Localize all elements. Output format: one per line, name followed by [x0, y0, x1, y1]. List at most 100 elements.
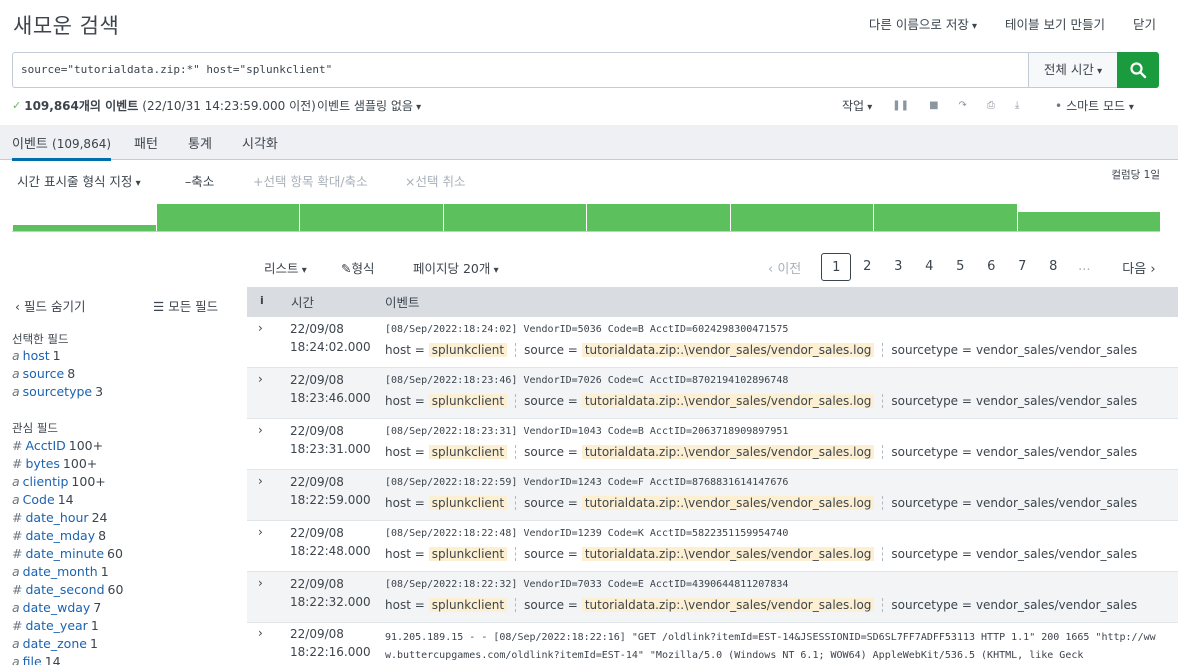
export-icon[interactable]: ⤓ — [1015, 100, 1019, 111]
field-item[interactable]: a host 1 — [12, 348, 61, 363]
field-name: date_hour — [25, 510, 89, 525]
expand-chevron-icon[interactable]: › — [258, 372, 263, 386]
timeline-format-dropdown[interactable]: 시간 표시줄 형식 지정 — [17, 171, 141, 190]
tab-events[interactable]: 이벤트 (109,864) — [12, 133, 112, 161]
expand-chevron-icon[interactable]: › — [258, 525, 263, 539]
search-input[interactable]: source="tutorialdata.zip:*" host="splunk… — [12, 52, 1029, 88]
source-value[interactable]: tutorialdata.zip:.\vendor_sales/vendor_s… — [581, 547, 875, 561]
table-row[interactable]: › 22/09/08 18:22:59.000 [08/Sep/2022:18:22:… — [247, 470, 1178, 521]
field-item[interactable]: # bytes 100+ — [12, 456, 97, 471]
field-item[interactable]: a date_month 1 — [12, 564, 109, 579]
sourcetype-value[interactable]: vendor_sales/vendor_sales — [976, 394, 1137, 408]
time-column-header[interactable]: 시간 — [291, 292, 314, 311]
page-7[interactable]: 7 — [1007, 253, 1037, 281]
zoom-out-button[interactable]: –축소 — [185, 171, 214, 190]
source-value[interactable]: tutorialdata.zip:.\vendor_sales/vendor_s… — [581, 343, 875, 357]
table-row[interactable]: › 22/09/08 18:22:16.000 91.205.189.15 - … — [247, 622, 1178, 665]
host-value[interactable]: splunkclient — [428, 343, 508, 357]
sourcetype-value[interactable]: vendor_sales/vendor_sales — [976, 547, 1137, 561]
field-item[interactable]: # AcctID 100+ — [12, 438, 103, 453]
job-menu[interactable]: 작업 — [842, 97, 872, 114]
source-value[interactable]: tutorialdata.zip:.\vendor_sales/vendor_s… — [581, 394, 875, 408]
print-icon[interactable]: ⎙ — [987, 100, 995, 111]
search-button[interactable] — [1117, 52, 1159, 88]
table-row[interactable]: › 22/09/08 18:24:02.000 [08/Sep/2022:18:24:… — [247, 317, 1178, 368]
timeline-bar[interactable] — [442, 203, 586, 231]
search-mode-dropdown[interactable]: • 스마트 모드 — [1055, 97, 1134, 114]
host-value[interactable]: splunkclient — [428, 598, 508, 612]
source-value[interactable]: tutorialdata.zip:.\vendor_sales/vendor_s… — [581, 445, 875, 459]
expand-chevron-icon[interactable]: › — [258, 576, 263, 590]
deselect-button[interactable]: ×선택 취소 — [405, 171, 465, 190]
tab-patterns[interactable]: 패턴 — [134, 133, 158, 152]
field-item[interactable]: # date_second 60 — [12, 582, 123, 597]
sourcetype-value[interactable]: vendor_sales/vendor_sales — [976, 343, 1137, 357]
tab-statistics[interactable]: 통계 — [188, 133, 212, 152]
timeline-bar[interactable] — [873, 203, 1017, 231]
list-view-dropdown[interactable]: 리스트 — [264, 258, 307, 277]
field-item[interactable]: a sourcetype 3 — [12, 384, 103, 399]
field-item[interactable]: a date_wday 7 — [12, 600, 101, 615]
share-icon[interactable]: ↷ — [959, 100, 967, 111]
page-5[interactable]: 5 — [945, 253, 975, 281]
sourcetype-value[interactable]: vendor_sales/vendor_sales — [976, 496, 1137, 510]
page-8[interactable]: 8 — [1038, 253, 1068, 281]
table-row[interactable]: › 22/09/08 18:22:48.000 [08/Sep/2022:18:22:… — [247, 521, 1178, 572]
table-row[interactable]: › 22/09/08 18:23:31.000 [08/Sep/2022:18:23:… — [247, 419, 1178, 470]
expand-chevron-icon[interactable]: › — [258, 423, 263, 437]
field-item[interactable]: a source 8 — [12, 366, 75, 381]
event-count: 109,864개의 이벤트 — [24, 99, 139, 113]
sampling-dropdown[interactable]: 이벤트 샘플링 없음 — [317, 97, 421, 114]
timeline-bar[interactable] — [729, 203, 873, 231]
table-row[interactable]: › 22/09/08 18:22:32.000 [08/Sep/2022:18:22:… — [247, 572, 1178, 623]
per-page-dropdown[interactable]: 페이지당 20개 — [413, 258, 499, 277]
host-value[interactable]: splunkclient — [428, 394, 508, 408]
field-item[interactable]: # date_hour 24 — [12, 510, 107, 525]
timeline-bar[interactable] — [155, 203, 299, 231]
expand-chevron-icon[interactable]: › — [258, 321, 263, 335]
field-item[interactable]: a date_zone 1 — [12, 636, 98, 651]
sourcetype-value[interactable]: vendor_sales/vendor_sales — [976, 445, 1137, 459]
host-value[interactable]: splunkclient — [428, 445, 508, 459]
stop-icon[interactable]: ■ — [929, 100, 938, 111]
timeline-bar[interactable] — [299, 203, 443, 231]
expand-chevron-icon[interactable]: › — [258, 626, 263, 640]
field-name: date_zone — [22, 636, 87, 651]
tab-visualization[interactable]: 시각화 — [242, 133, 278, 152]
timeline-bar[interactable] — [12, 224, 156, 231]
table-row[interactable]: › 22/09/08 18:23:46.000 [08/Sep/2022:18:23:… — [247, 368, 1178, 419]
page-4[interactable]: 4 — [914, 253, 944, 281]
create-table-view-button[interactable]: 테이블 보기 만들기 — [1005, 14, 1105, 33]
host-value[interactable]: splunkclient — [428, 547, 508, 561]
page-2[interactable]: 2 — [852, 253, 882, 281]
all-fields-button[interactable]: ☰ 모든 필드 — [153, 296, 218, 315]
prev-page-button[interactable]: ‹ 이전 — [768, 258, 801, 277]
pause-icon[interactable]: ❚❚ — [892, 100, 909, 111]
next-page-button[interactable]: 다음 › — [1122, 258, 1155, 277]
close-button[interactable]: 닫기 — [1133, 14, 1156, 33]
source-value[interactable]: tutorialdata.zip:.\vendor_sales/vendor_s… — [581, 496, 875, 510]
host-value[interactable]: splunkclient — [428, 496, 508, 510]
field-item[interactable]: a file 14 — [12, 654, 61, 665]
timeline-bar[interactable] — [1016, 211, 1160, 231]
field-item[interactable]: # date_minute 60 — [12, 546, 123, 561]
page-1[interactable]: 1 — [821, 253, 852, 281]
sourcetype-key: sourcetype = — [891, 445, 972, 459]
field-item[interactable]: a Code 14 — [12, 492, 74, 507]
source-value[interactable]: tutorialdata.zip:.\vendor_sales/vendor_s… — [581, 598, 875, 612]
expand-chevron-icon[interactable]: › — [258, 474, 263, 488]
field-item[interactable]: # date_mday 8 — [12, 528, 106, 543]
timeline-bar[interactable] — [586, 203, 730, 231]
zoom-selection-button[interactable]: +선택 항목 확대/축소 — [253, 171, 368, 190]
time-range-picker[interactable]: 전체 시간 — [1028, 52, 1118, 88]
sourcetype-value[interactable]: vendor_sales/vendor_sales — [976, 598, 1137, 612]
field-item[interactable]: a clientip 100+ — [12, 474, 106, 489]
field-item[interactable]: # date_year 1 — [12, 618, 99, 633]
page-6[interactable]: 6 — [976, 253, 1006, 281]
save-as-button[interactable]: 다른 이름으로 저장 — [869, 14, 977, 33]
hide-fields-button[interactable]: ‹ 필드 숨기기 — [15, 296, 85, 315]
timeline-chart[interactable] — [12, 200, 1160, 232]
page-3[interactable]: 3 — [883, 253, 913, 281]
event-date: 22/09/08 — [290, 526, 344, 540]
format-button[interactable]: ✎형식 — [341, 258, 375, 277]
